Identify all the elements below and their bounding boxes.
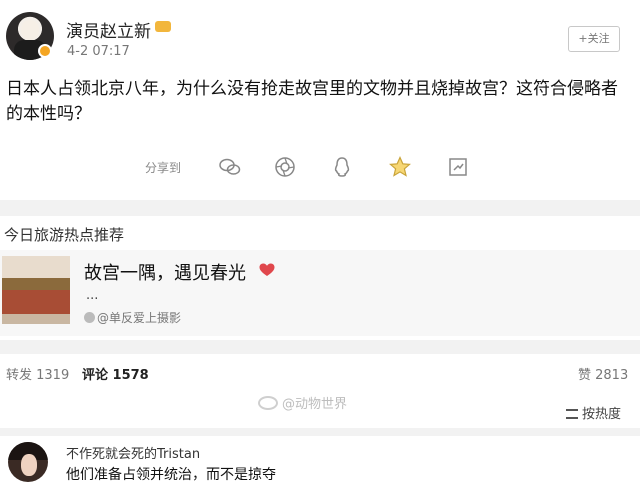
card-ellipsis: ... [86,288,99,303]
wechat-icon[interactable] [218,155,242,179]
card-thumbnail [2,256,70,324]
qzone-icon[interactable] [388,155,412,179]
avatar-face [21,454,37,476]
moments-icon[interactable] [273,155,297,179]
thumb-ground [2,314,70,324]
thumb-roof [2,278,70,290]
source-icon [84,312,95,323]
sort-icon [566,409,578,419]
link-icon[interactable] [446,155,470,179]
commenter-name[interactable]: 不作死就会死的Tristan [66,443,200,462]
card-title[interactable]: 故宫一隅，遇见春光 [84,259,246,285]
comment-tab[interactable]: 评论 1578 [82,364,149,383]
weibo-logo-icon [258,396,278,410]
verified-badge-icon [38,44,52,58]
stats-row: 转发 1319 评论 1578 赞 2813 [0,360,640,386]
post-text: 日本人占领北京八年，为什么没有抢走故宫里的文物并且烧掉故宫？这符合侵略者的本性吗… [6,79,618,124]
avatar-face [21,20,39,40]
post-time: 4-2 07:17 [67,44,130,59]
commenter-avatar[interactable] [8,442,48,482]
share-label: 分享到 [145,161,182,175]
author-name[interactable]: 演员赵立新 [66,17,151,42]
card-source[interactable]: @单反爱上摄影 [84,309,181,326]
post-header: 演员赵立新 4-2 07:17 +关注 [0,0,640,72]
watermark: @动物世界 [258,393,347,412]
section-divider [0,200,640,216]
like-tab[interactable]: 赞 2813 [578,364,628,383]
heart-icon [259,263,275,276]
share-row: 分享到 [0,145,640,189]
section-divider-2 [0,340,640,354]
sort-label: 按热度 [582,407,622,422]
section-divider-3 [0,428,640,436]
vip-icon [155,21,171,32]
watermark-text: @动物世界 [282,397,348,412]
sort-button[interactable]: 按热度 [566,403,621,422]
recommend-title: 今日旅游热点推荐 [4,226,125,244]
repost-tab[interactable]: 转发 1319 [6,364,69,383]
comment-text: 他们准备占领并统治，而不是掠夺 [66,467,276,483]
follow-button[interactable]: +关注 [568,26,620,52]
card-source-label: @单反爱上摄影 [97,311,182,325]
qq-icon[interactable] [330,155,354,179]
